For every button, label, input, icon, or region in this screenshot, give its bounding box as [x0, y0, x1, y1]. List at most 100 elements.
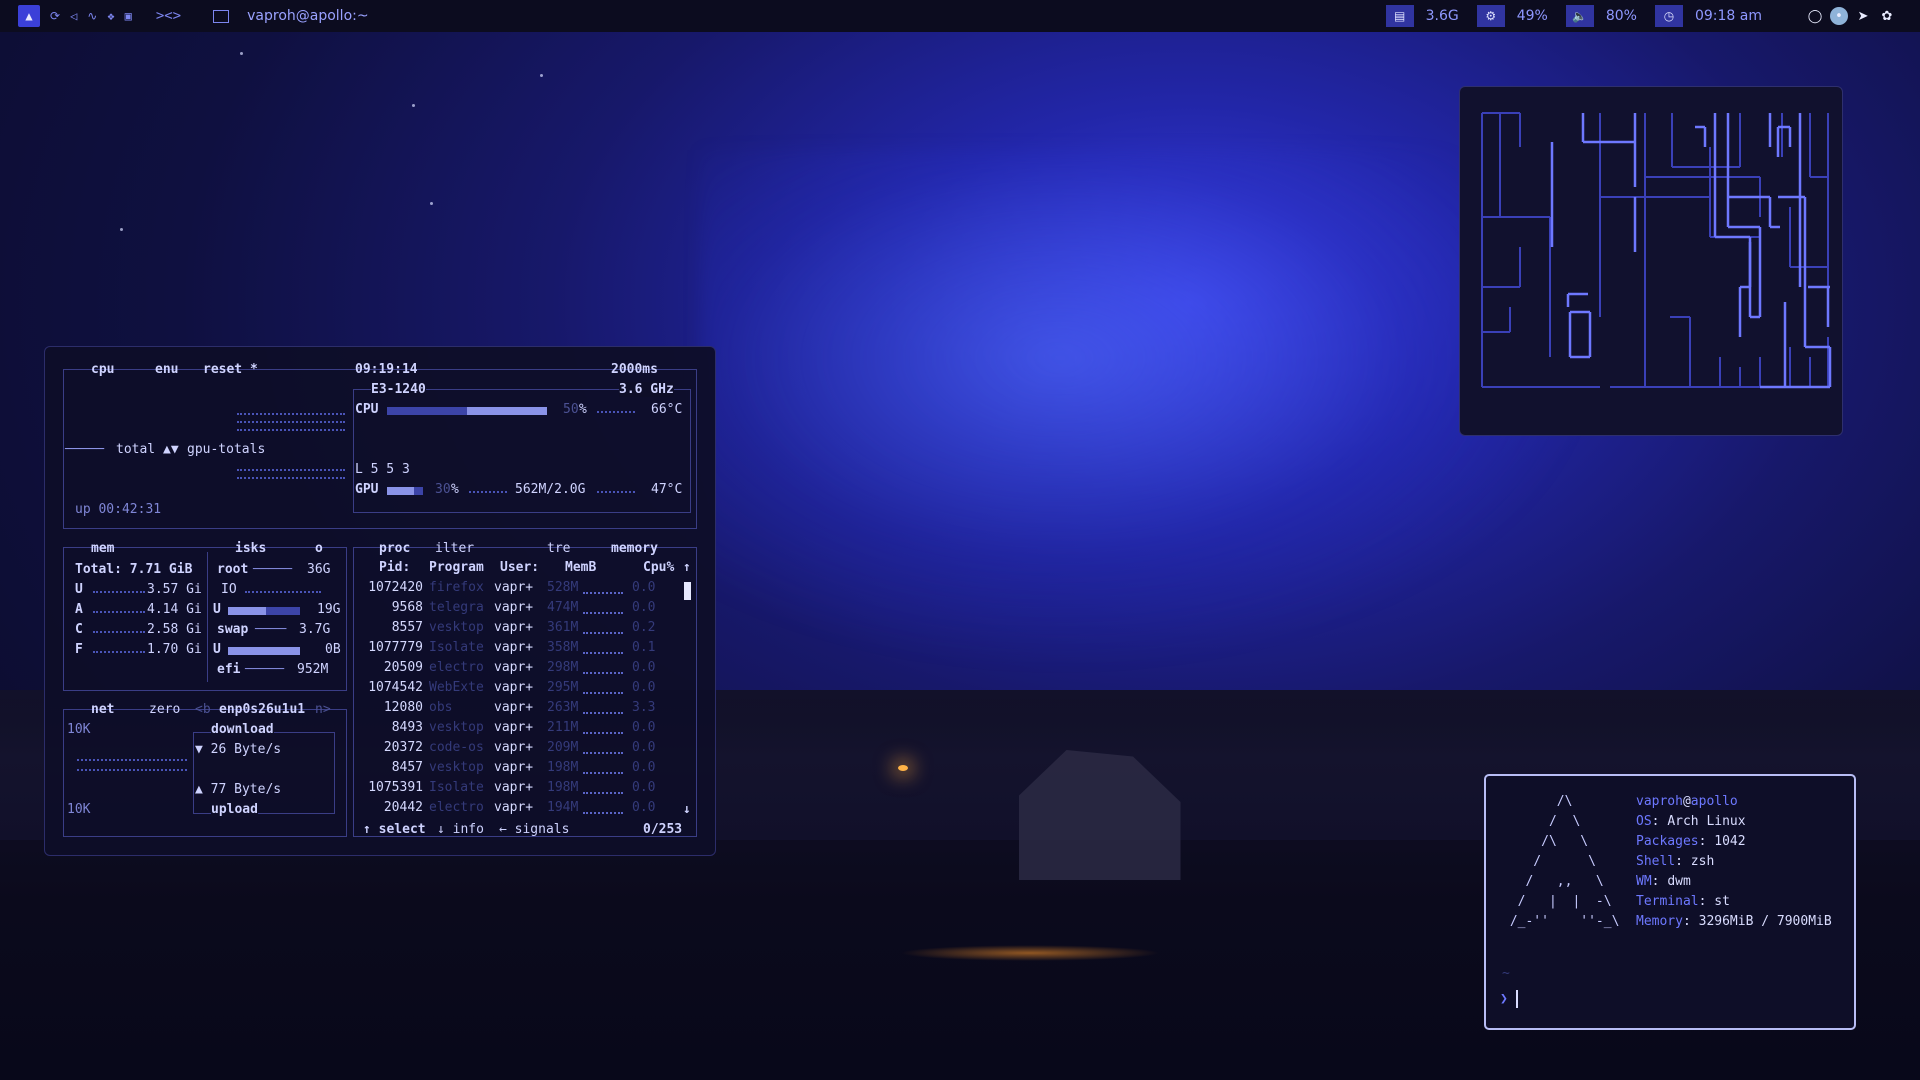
- net-zero-button[interactable]: zero: [149, 702, 180, 717]
- info-key: WM: [1636, 874, 1652, 889]
- info-key: Terminal: [1636, 894, 1699, 909]
- menu-button[interactable]: enu: [155, 362, 178, 377]
- table-row[interactable]: 1072420 firefox vapr+ 528M 0.0: [357, 580, 693, 600]
- proc-tab[interactable]: proc: [379, 541, 410, 556]
- tag-2[interactable]: ⟳: [50, 9, 60, 23]
- info-row-shell: Shell: zsh: [1636, 854, 1715, 869]
- proc-sort[interactable]: memory: [611, 541, 658, 556]
- scroll-down-arrow[interactable]: ↓: [683, 802, 691, 817]
- preset-button[interactable]: reset *: [203, 362, 258, 377]
- volume-icon[interactable]: 🔈: [1565, 5, 1594, 27]
- disks-tab[interactable]: isks: [235, 541, 266, 556]
- mem-row-value: 3.57 Gi: [147, 582, 202, 597]
- system-info: vaproh@apollo OS: Arch Linux Packages: 1…: [1636, 792, 1832, 932]
- gpu-percent-sign: %: [451, 482, 459, 497]
- graph-toggle-arrows[interactable]: ▲▼: [163, 442, 179, 457]
- user-cell: vapr+: [494, 680, 534, 695]
- maze-window[interactable]: [1459, 86, 1843, 436]
- fetch-terminal-window[interactable]: /\ / \ /\ \ / \ / ,, \ / | | -\ /_-'' ''…: [1484, 774, 1856, 1030]
- table-row[interactable]: 1077779 Isolate vapr+ 358M 0.1: [357, 640, 693, 660]
- memory-value: 3.6G: [1425, 8, 1459, 24]
- pid-cell: 1072420: [368, 580, 423, 595]
- mem-cell: 198M: [547, 760, 579, 775]
- table-row[interactable]: 20509 electro vapr+ 298M 0.0: [357, 660, 693, 680]
- table-row[interactable]: 8557 vesktop vapr+ 361M 0.2: [357, 620, 693, 640]
- proc-filter[interactable]: ilter: [435, 541, 474, 556]
- cpu-percent-sign: %: [579, 402, 587, 417]
- table-row[interactable]: 20442 electro vapr+ 194M 0.0: [357, 800, 693, 820]
- globe-tray-icon[interactable]: •: [1830, 7, 1848, 25]
- program-header[interactable]: Program: [429, 560, 484, 575]
- proc-tree-toggle[interactable]: tre: [547, 541, 570, 556]
- table-row[interactable]: 12080 obs vapr+ 263M 3.3: [357, 700, 693, 720]
- volume-value[interactable]: 80%: [1606, 8, 1637, 24]
- proc-mini-graph: [583, 812, 623, 814]
- mem-cell: 295M: [547, 680, 579, 695]
- cpu-temp: 66°C: [651, 402, 683, 417]
- disk-swap-label: swap: [217, 622, 249, 637]
- table-row[interactable]: 9568 telegra vapr+ 474M 0.0: [357, 600, 693, 620]
- cpu-model: E3-1240: [371, 382, 426, 397]
- system-tray: ◯ • ➤ ✿: [1806, 7, 1896, 25]
- table-row[interactable]: 1075391 Isolate vapr+ 198M 0.0: [357, 780, 693, 800]
- btop-window[interactable]: cpu enu reset * 09:19:14 2000ms ───── to…: [44, 346, 716, 856]
- layout-indicator[interactable]: ><>: [156, 8, 181, 24]
- mem-row-key: F: [75, 642, 83, 657]
- net-next-iface[interactable]: n>: [315, 702, 331, 717]
- mem-cell: 198M: [547, 780, 579, 795]
- table-row[interactable]: 1074542 WebExte vapr+ 295M 0.0: [357, 680, 693, 700]
- app-tray-icon[interactable]: ✿: [1878, 7, 1896, 25]
- program-cell: vesktop: [429, 620, 484, 635]
- clock-icon: ◷: [1654, 5, 1683, 27]
- info-hint[interactable]: ↓ info: [437, 822, 484, 837]
- download-rate: ▼ 26 Byte/s: [195, 742, 282, 757]
- mem-row-value: 1.70 Gi: [147, 642, 202, 657]
- table-row[interactable]: 8493 vesktop vapr+ 211M 0.0: [357, 720, 693, 740]
- interval-label[interactable]: 2000ms: [611, 362, 658, 377]
- tag-5[interactable]: ❖: [107, 9, 114, 23]
- user-header[interactable]: User:: [500, 560, 539, 575]
- info-value: 3296MiB / 7900MiB: [1698, 914, 1832, 929]
- program-cell: Isolate: [429, 780, 484, 795]
- program-cell: code-os: [429, 740, 484, 755]
- select-hint[interactable]: ↑ select: [363, 822, 426, 837]
- proc-scrollbar[interactable]: [684, 582, 691, 600]
- disk-root-label: root: [217, 562, 249, 577]
- cpu-cell: 3.3: [632, 700, 656, 715]
- pid-cell: 1077779: [368, 640, 423, 655]
- cpu-cell: 0.0: [632, 580, 656, 595]
- gpu-temp: 47°C: [651, 482, 683, 497]
- shell-prompt[interactable]: ❯: [1500, 990, 1518, 1008]
- mem-header[interactable]: MemB: [565, 560, 596, 575]
- tag-3[interactable]: ◁: [70, 9, 77, 23]
- cpu-graph: [237, 425, 345, 431]
- program-cell: firefox: [429, 580, 484, 595]
- mem-tab[interactable]: mem: [91, 541, 114, 556]
- proc-count: 0/253: [643, 822, 683, 837]
- tag-1[interactable]: ▲: [18, 5, 40, 27]
- net-tab[interactable]: net: [91, 702, 114, 717]
- tag-4[interactable]: ∿: [87, 9, 97, 23]
- cpu-tab[interactable]: cpu: [91, 362, 114, 377]
- signals-hint[interactable]: ← signals: [499, 822, 569, 837]
- text-cursor: [1515, 990, 1518, 1008]
- cpu-header[interactable]: Cpu%: [643, 560, 674, 575]
- mem-meter: [93, 627, 145, 633]
- telegram-tray-icon[interactable]: ➤: [1854, 7, 1872, 25]
- pid-header[interactable]: Pid:: [379, 560, 410, 575]
- hostname: apollo: [1690, 794, 1738, 809]
- disk-io-label: IO: [221, 582, 237, 597]
- tag-6[interactable]: ▣: [125, 9, 132, 23]
- net-graph: [77, 755, 187, 761]
- table-row[interactable]: 8457 vesktop vapr+ 198M 0.0: [357, 760, 693, 780]
- table-row[interactable]: 20372 code-os vapr+ 209M 0.0: [357, 740, 693, 760]
- disk-efi-label: efi: [217, 662, 241, 677]
- net-prev-iface[interactable]: <b: [195, 702, 211, 717]
- gpu-graph: [237, 473, 345, 479]
- gpu-memory: 562M/2.0G: [515, 482, 586, 497]
- scroll-up-arrow[interactable]: ↑: [683, 560, 691, 575]
- pid-cell: 8493: [391, 720, 423, 735]
- cpu-value: 49%: [1516, 8, 1548, 24]
- io-toggle[interactable]: o: [315, 541, 323, 556]
- network-tray-icon[interactable]: ◯: [1806, 7, 1824, 25]
